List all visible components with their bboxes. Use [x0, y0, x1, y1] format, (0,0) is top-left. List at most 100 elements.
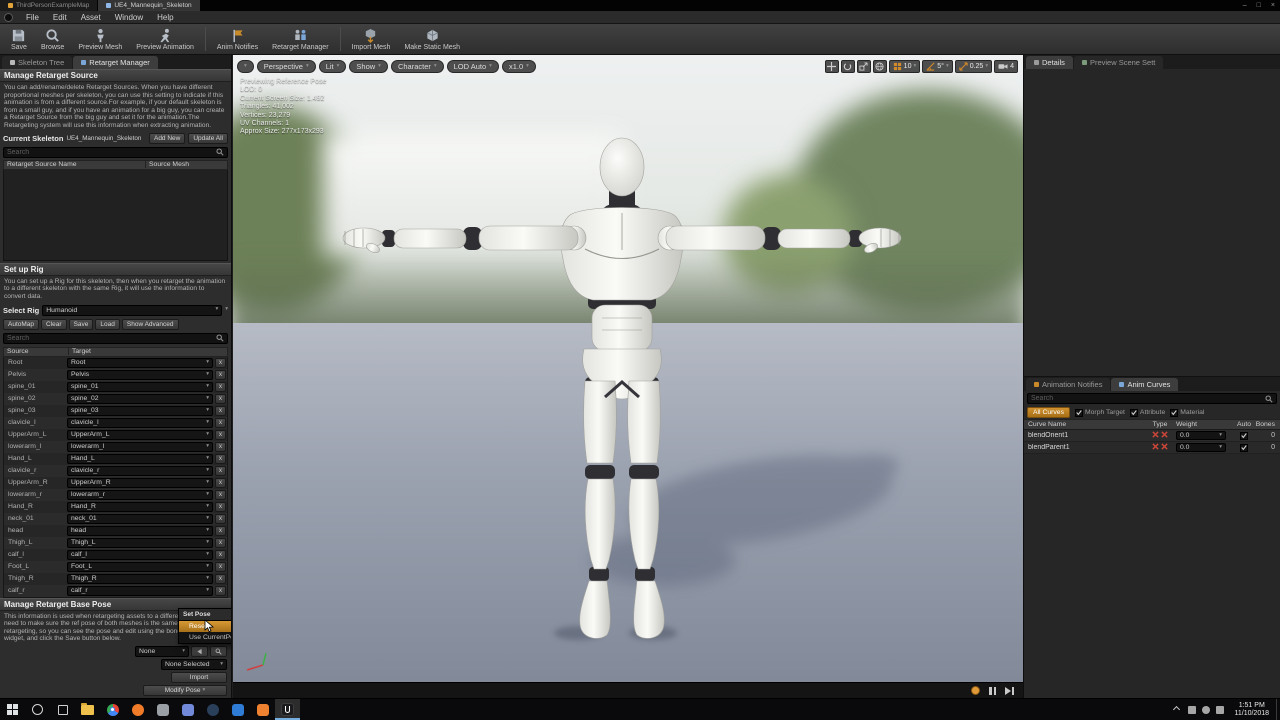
bone-target-select-spine-01[interactable]: spine_01▾ — [67, 382, 213, 392]
taskbar-icon-vlc[interactable] — [250, 699, 275, 720]
tab-thirdpersonexamplemap[interactable]: ThirdPersonExampleMap — [0, 0, 97, 11]
menu-edit[interactable]: Edit — [46, 13, 74, 22]
bone-target-select-lowerarm-l[interactable]: lowerarm_l▾ — [67, 442, 213, 452]
clear-bone-mapping-button[interactable]: x — [215, 586, 226, 596]
taskbar-icon-firefox[interactable] — [125, 699, 150, 720]
chevron-down-icon[interactable]: ▾ — [225, 307, 228, 313]
curve-weight-input[interactable]: 0.0▾ — [1176, 431, 1226, 440]
clear-bone-mapping-button[interactable]: x — [215, 358, 226, 368]
bone-target-select-pelvis[interactable]: Pelvis▾ — [67, 370, 213, 380]
clear-bone-mapping-button[interactable]: x — [215, 370, 226, 380]
toolbar-preview-animation-button[interactable]: Preview Animation — [129, 25, 201, 54]
preview-viewport[interactable]: ▾ Perspective▾Lit▾Show▾Character▾LOD Aut… — [233, 55, 1023, 698]
clear-bone-mapping-button[interactable]: x — [215, 442, 226, 452]
camera-speed-control[interactable]: 4 — [994, 60, 1018, 73]
attribute-checkbox[interactable] — [1130, 409, 1138, 417]
viewport-show-button[interactable]: Show▾ — [349, 60, 388, 73]
tray-icon[interactable] — [1202, 706, 1210, 714]
bone-target-select-neck-01[interactable]: neck_01▾ — [67, 514, 213, 524]
viewport-x1-0-button[interactable]: x1.0▾ — [502, 60, 536, 73]
taskbar-icon-unreal-editor[interactable] — [275, 699, 300, 720]
all-curves-filter-button[interactable]: All Curves — [1027, 407, 1070, 418]
bone-target-select-head[interactable]: head▾ — [67, 526, 213, 536]
anim-curves-search-input[interactable] — [1031, 395, 1265, 402]
record-button[interactable] — [971, 686, 980, 695]
bone-target-select-hand-r[interactable]: Hand_R▾ — [67, 502, 213, 512]
auto-checkbox[interactable] — [1240, 444, 1248, 452]
toolbar-save-button[interactable]: Save — [4, 25, 34, 54]
clear-button[interactable]: Clear — [41, 319, 67, 330]
clear-bone-mapping-button[interactable]: x — [215, 454, 226, 464]
bone-target-select-upperarm-r[interactable]: UpperArm_R▾ — [67, 478, 213, 488]
import-button[interactable]: Import — [171, 672, 227, 683]
bone-target-select-thigh-l[interactable]: Thigh_L▾ — [67, 538, 213, 548]
pause-button[interactable] — [989, 687, 996, 695]
toolbar-preview-mesh-button[interactable]: Preview Mesh — [71, 25, 129, 54]
bone-target-select-spine-03[interactable]: spine_03▾ — [67, 406, 213, 416]
toolbar-retarget-manager-button[interactable]: Retarget Manager — [265, 25, 335, 54]
menu-window[interactable]: Window — [108, 13, 150, 22]
world-space-icon[interactable] — [873, 60, 887, 73]
tab-details[interactable]: Details — [1026, 56, 1073, 69]
taskbar-icon-task-view[interactable] — [50, 699, 75, 720]
viewport-options-button[interactable]: ▾ — [237, 60, 254, 73]
browse-asset-button[interactable] — [210, 646, 227, 657]
taskbar-icon-app-gray[interactable] — [150, 699, 175, 720]
menu-asset[interactable]: Asset — [74, 13, 108, 22]
morph-target-checkbox[interactable] — [1075, 409, 1083, 417]
tray-icon[interactable] — [1216, 706, 1224, 714]
toolbar-browse-button[interactable]: Browse — [34, 25, 71, 54]
taskbar-icon-discord[interactable] — [175, 699, 200, 720]
taskbar-icon-cortana[interactable] — [25, 699, 50, 720]
retarget-source-list[interactable] — [3, 170, 228, 261]
clear-bone-mapping-button[interactable]: x — [215, 538, 226, 548]
mannequin-figure[interactable] — [233, 55, 1023, 682]
clear-bone-mapping-button[interactable]: x — [215, 490, 226, 500]
clear-bone-mapping-button[interactable]: x — [215, 466, 226, 476]
bone-target-select-hand-l[interactable]: Hand_L▾ — [67, 454, 213, 464]
menu-file[interactable]: File — [19, 13, 46, 22]
step-forward-button[interactable] — [1005, 687, 1014, 695]
bone-target-select-spine-02[interactable]: spine_02▾ — [67, 394, 213, 404]
tab-ue4-mannequin-skeleton[interactable]: UE4_Mannequin_Skeleton — [98, 0, 199, 11]
toolbar-make-static-mesh-button[interactable]: Make Static Mesh — [397, 25, 467, 54]
bone-target-select-calf-r[interactable]: calf_r▾ — [67, 586, 213, 596]
automap-button[interactable]: AutoMap — [3, 319, 39, 330]
bone-target-select-lowerarm-r[interactable]: lowerarm_r▾ — [67, 490, 213, 500]
tab-skeleton-tree[interactable]: Skeleton Tree — [2, 56, 72, 69]
select-rig-dropdown[interactable]: Humanoid ▾ — [42, 305, 222, 316]
bone-target-select-clavicle-r[interactable]: clavicle_r▾ — [67, 466, 213, 476]
minimize-button[interactable]: – — [1238, 2, 1252, 9]
base-pose-asset-dropdown[interactable]: None ▾ — [135, 646, 189, 657]
clear-bone-mapping-button[interactable]: x — [215, 550, 226, 560]
maximize-button[interactable]: □ — [1252, 2, 1266, 9]
tab-retarget-manager[interactable]: Retarget Manager — [73, 56, 157, 69]
use-selected-asset-button[interactable] — [191, 646, 208, 657]
clear-bone-mapping-button[interactable]: x — [215, 514, 226, 524]
taskbar-icon-file-explorer[interactable] — [75, 699, 100, 720]
clear-bone-mapping-button[interactable]: x — [215, 406, 226, 416]
retarget-source-search-input[interactable] — [7, 149, 216, 156]
clear-bone-mapping-button[interactable]: x — [215, 418, 226, 428]
modify-pose-button[interactable]: Modify Pose ▾ — [143, 685, 227, 696]
scale-tool-icon[interactable] — [857, 60, 871, 73]
clear-bone-mapping-button[interactable]: x — [215, 394, 226, 404]
viewport-lit-button[interactable]: Lit▾ — [319, 60, 347, 73]
rotation-snap-control[interactable]: 5° ▾ — [922, 60, 952, 73]
clear-bone-mapping-button[interactable]: x — [215, 574, 226, 584]
add-new-button[interactable]: Add New — [149, 133, 185, 144]
taskbar-icon-start[interactable] — [0, 699, 25, 720]
clear-bone-mapping-button[interactable]: x — [215, 478, 226, 488]
bone-mapping-search-input[interactable] — [7, 335, 216, 342]
load-button[interactable]: Load — [95, 319, 119, 330]
base-pose-selection-dropdown[interactable]: None Selected ▾ — [161, 659, 227, 670]
tab-anim-curves[interactable]: Anim Curves — [1111, 378, 1178, 391]
toolbar-anim-notifies-button[interactable]: Anim Notifies — [210, 25, 265, 54]
taskbar-icon-chrome[interactable] — [100, 699, 125, 720]
grid-snap-control[interactable]: 10 ▾ — [889, 60, 921, 73]
toolbar-import-mesh-button[interactable]: Import Mesh — [345, 25, 398, 54]
clear-bone-mapping-button[interactable]: x — [215, 382, 226, 392]
close-button[interactable]: × — [1266, 2, 1280, 9]
tab-animation-notifies[interactable]: Animation Notifies — [1026, 378, 1110, 391]
show-desktop-button[interactable] — [1276, 699, 1280, 720]
